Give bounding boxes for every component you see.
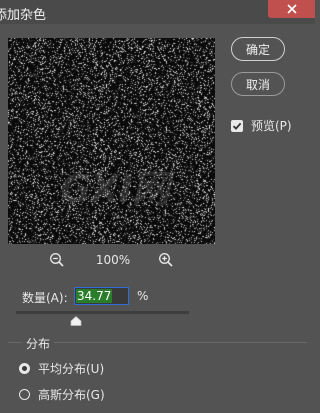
- close-icon: [286, 4, 297, 14]
- cancel-button[interactable]: 取消: [231, 72, 285, 96]
- amount-value: 34.77: [76, 289, 113, 303]
- zoom-level: 100%: [95, 253, 131, 267]
- preview-label: 预览(P): [251, 119, 292, 133]
- zoom-in-icon[interactable]: [158, 252, 174, 268]
- distribution-uniform-option[interactable]: 平均分布(U): [19, 360, 104, 377]
- ok-button[interactable]: 确定: [231, 37, 285, 61]
- amount-unit: %: [137, 289, 149, 303]
- preview-toggle[interactable]: 预览(P): [231, 117, 292, 134]
- distribution-title: 分布: [22, 335, 55, 352]
- zoom-out-icon[interactable]: [49, 252, 65, 268]
- checkmark-icon: [232, 122, 242, 130]
- amount-input[interactable]: 34.77: [74, 287, 129, 305]
- noise-preview-canvas: [8, 38, 215, 244]
- amount-slider-thumb[interactable]: [70, 316, 82, 326]
- close-button[interactable]: [268, 0, 315, 18]
- uniform-radio[interactable]: [19, 363, 30, 374]
- amount-label: 数量(A):: [22, 291, 68, 305]
- gaussian-label: 高斯分布(G): [38, 388, 105, 402]
- zoom-bar: 100%: [8, 249, 215, 271]
- preview-checkbox[interactable]: [231, 119, 243, 132]
- uniform-label: 平均分布(U): [38, 362, 105, 376]
- gaussian-radio[interactable]: [19, 389, 30, 400]
- preview-image[interactable]: GXI网: [8, 38, 215, 244]
- dialog-title: 添加杂色: [0, 8, 47, 23]
- distribution-gaussian-option[interactable]: 高斯分布(G): [19, 386, 105, 403]
- title-bar: 添加杂色: [0, 0, 315, 24]
- amount-slider-track[interactable]: [16, 311, 189, 314]
